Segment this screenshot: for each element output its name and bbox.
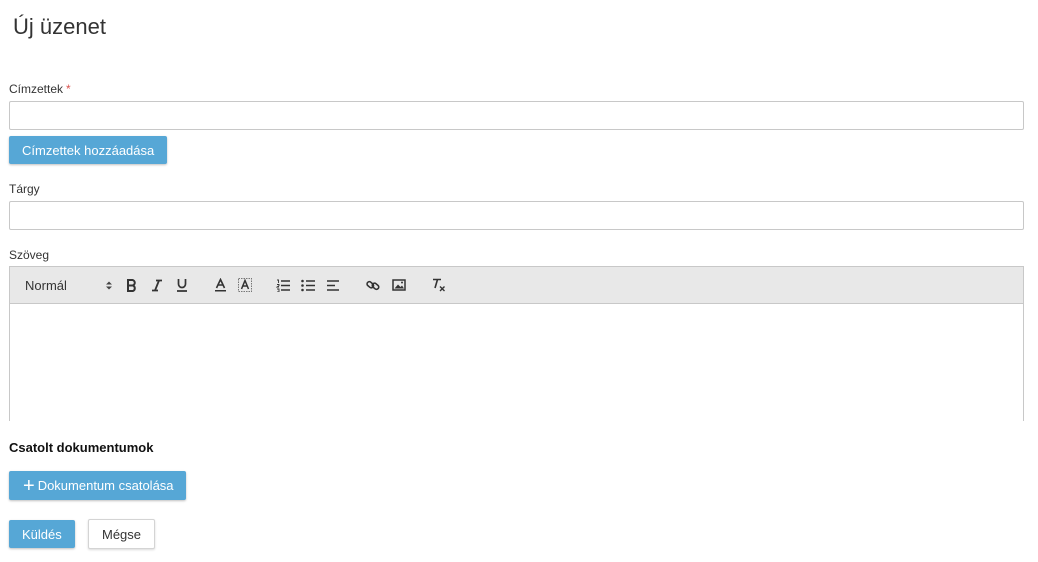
editor-toolbar: Normál: [10, 267, 1023, 304]
text-color-icon[interactable]: [213, 276, 227, 294]
recipients-label-text: Címzettek: [9, 82, 64, 96]
link-icon[interactable]: [365, 276, 381, 294]
subject-label: Tárgy: [9, 182, 40, 196]
ordered-list-icon[interactable]: [276, 276, 290, 294]
send-button[interactable]: Küldés: [9, 520, 75, 548]
page-title: Új üzenet: [13, 14, 106, 39]
format-select-value: Normál: [25, 277, 67, 293]
add-recipients-button[interactable]: Címzettek hozzáadása: [9, 136, 168, 164]
format-select-arrows-icon: [105, 280, 113, 291]
underline-icon[interactable]: [175, 276, 189, 294]
rich-text-editor: Normál: [9, 266, 1024, 422]
body-label: Szöveg: [9, 248, 50, 262]
subject-input[interactable]: [9, 201, 1024, 230]
cancel-button[interactable]: Mégse: [88, 519, 156, 549]
plus-icon: +: [23, 474, 35, 497]
attachments-heading: Csatolt dokumentumok: [9, 440, 154, 455]
format-select[interactable]: Normál: [25, 276, 113, 294]
image-icon[interactable]: [391, 276, 407, 294]
recipients-input[interactable]: [9, 101, 1024, 130]
required-star: *: [66, 82, 71, 96]
italic-icon[interactable]: [150, 276, 164, 294]
align-icon[interactable]: [326, 276, 340, 294]
attach-document-button[interactable]: + Dokumentum csatolása: [9, 471, 186, 500]
clear-format-icon[interactable]: [430, 276, 446, 294]
bullet-list-icon[interactable]: [301, 276, 315, 294]
attach-document-label: Dokumentum csatolása: [37, 478, 174, 493]
background-color-icon[interactable]: [238, 276, 252, 294]
editor-content-area[interactable]: [10, 304, 1023, 422]
bold-icon[interactable]: [125, 276, 139, 294]
recipients-label: Címzettek *: [9, 82, 71, 96]
